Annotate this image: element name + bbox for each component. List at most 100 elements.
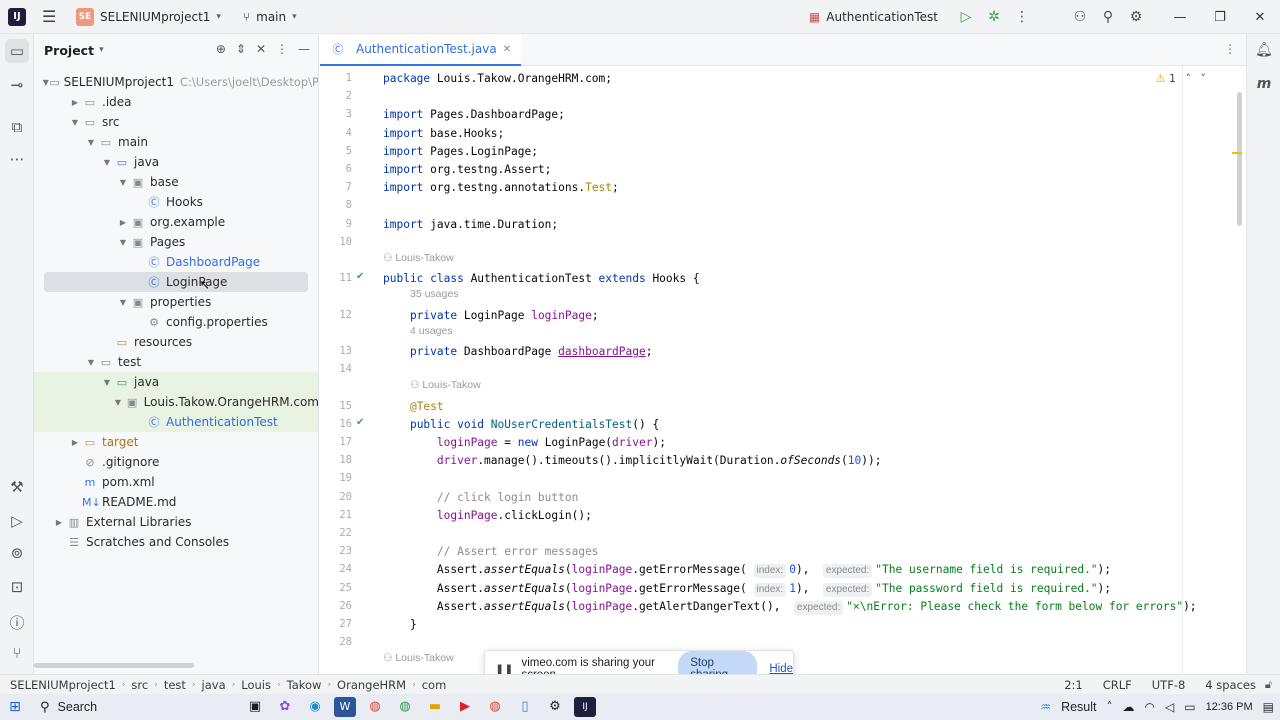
add-user-icon[interactable]: ⚇ <box>1066 9 1094 25</box>
debug-icon[interactable]: ✲ <box>980 9 1008 25</box>
chevron-down-icon[interactable]: ▼ <box>100 378 114 387</box>
maven-icon[interactable]: m <box>1247 76 1280 92</box>
run-config-selector[interactable]: ▦ AuthenticationTest <box>809 10 938 24</box>
tree-item[interactable]: ☰ Scratches and Consoles <box>34 532 318 552</box>
code-line[interactable]: // Assert error messages <box>383 543 1233 561</box>
line-ending[interactable]: CRLF <box>1103 678 1132 692</box>
tree-item[interactable]: ▶ ▥ External Libraries <box>34 512 318 532</box>
copilot-icon[interactable]: ✿ <box>274 697 296 717</box>
code-line[interactable]: public void NoUserCredentialsTest() { <box>383 416 1233 434</box>
file-encoding[interactable]: UTF-8 <box>1152 678 1186 692</box>
tree-item[interactable]: ▼ ▣ properties <box>34 292 318 312</box>
wifi-icon[interactable]: ◠ <box>1145 700 1155 714</box>
notifications-icon[interactable]: 🔔︎ <box>1247 42 1280 58</box>
chrome-alt-icon[interactable]: ◍ <box>484 697 506 717</box>
chevron-down-icon[interactable]: ▼ <box>116 238 130 247</box>
code-line[interactable]: private DashboardPage dashboardPage; <box>383 343 1233 361</box>
run-test-icon[interactable]: ✔ <box>356 417 364 428</box>
chevron-down-icon[interactable]: ▼ <box>116 298 130 307</box>
close-button[interactable]: ✕ <box>1240 10 1280 25</box>
volume-icon[interactable]: ◁ <box>1165 700 1174 714</box>
code-line[interactable] <box>383 470 1233 488</box>
terminal-icon[interactable]: ⊡ <box>0 578 34 596</box>
chevron-down-icon[interactable]: ▼ <box>68 118 82 127</box>
tree-item[interactable]: ▶ ▣ org.example <box>34 212 318 232</box>
breadcrumb-item[interactable]: test <box>164 678 186 692</box>
lock-icon[interactable]: 🔓︎ <box>1265 678 1272 692</box>
build-icon[interactable]: ⚒ <box>0 478 34 496</box>
tree-item[interactable]: ▼ ▭ java <box>34 372 318 392</box>
chevron-down-icon[interactable]: ▼ <box>84 138 98 147</box>
code-vision-hint[interactable]: ⚇ Louis-Takow <box>410 379 481 391</box>
tree-item[interactable]: ▼ ▭ src <box>34 112 318 132</box>
chevron-down-icon[interactable]: ▼ <box>100 158 114 167</box>
weather-icon[interactable]: ♒ <box>1040 700 1051 714</box>
chrome-profile-icon[interactable]: ◍ <box>394 697 416 717</box>
tree-item[interactable]: m pom.xml <box>34 472 318 492</box>
more-actions-icon[interactable]: ⋮ <box>1008 9 1036 25</box>
settings-icon[interactable]: ⚙ <box>544 697 566 717</box>
search-icon[interactable]: ⚲ <box>1094 9 1122 25</box>
code-line[interactable]: package Louis.Takow.OrangeHRM.com; <box>383 70 1233 88</box>
code-line[interactable]: public class AuthenticationTest extends … <box>383 270 1233 288</box>
breadcrumb-item[interactable]: src <box>131 678 148 692</box>
tree-item[interactable]: M↓ README.md <box>34 492 318 512</box>
code-line[interactable]: Assert.assertEquals(loginPage.getErrorMe… <box>383 561 1233 579</box>
word-icon[interactable]: W <box>334 697 356 717</box>
close-icon[interactable]: ✕ <box>503 44 511 55</box>
chevron-down-icon[interactable]: ▼ <box>84 358 98 367</box>
network-icon[interactable]: ☁ <box>1123 700 1135 714</box>
file-explorer-icon[interactable]: ▬ <box>424 697 446 717</box>
battery-icon[interactable]: ▭ <box>1184 700 1195 714</box>
task-view-icon[interactable]: ▣ <box>244 697 266 717</box>
code-line[interactable]: import base.Hooks; <box>383 125 1233 143</box>
project-switcher[interactable]: SE SELENIUMproject1 ▾ <box>76 7 221 26</box>
code-line[interactable] <box>383 88 1233 106</box>
tree-item[interactable]: Ⓒ LoginPage <box>44 272 308 292</box>
folder-icon[interactable]: ▭ <box>5 39 29 63</box>
tree-item[interactable]: ▶ ▭ .idea <box>34 92 318 112</box>
breadcrumb-item[interactable]: Takow <box>287 678 322 692</box>
chrome-icon[interactable]: ◍ <box>364 697 386 717</box>
chevron-up-icon[interactable]: ˄ <box>1107 700 1113 714</box>
code-line[interactable]: loginPage.clickLogin(); <box>383 507 1233 525</box>
code-line[interactable]: import java.time.Duration; <box>383 216 1233 234</box>
chevron-right-icon[interactable]: ▶ <box>116 218 130 227</box>
taskbar-search[interactable]: ⚲ Search <box>34 696 204 718</box>
chevron-down-icon[interactable]: ▼ <box>116 178 130 187</box>
tab-options-icon[interactable]: ⋮ <box>1224 42 1236 56</box>
run-icon[interactable]: ▷ <box>952 9 980 25</box>
code-line[interactable] <box>383 361 1233 379</box>
code-vision-hint[interactable]: ⚇ Louis-Takow <box>383 652 454 664</box>
chevron-right-icon[interactable]: ▶ <box>68 98 82 107</box>
warning-stripe-mark[interactable] <box>1232 152 1242 154</box>
code-line[interactable] <box>383 234 1233 252</box>
tree-item[interactable]: ▼ ▣ base <box>34 172 318 192</box>
tree-item[interactable]: Ⓒ Hooks <box>34 192 318 212</box>
code-line[interactable]: import Pages.DashboardPage; <box>383 106 1233 124</box>
clock[interactable]: 12:36 PM <box>1206 701 1253 713</box>
chevron-down-icon[interactable]: ▼ <box>43 78 50 87</box>
tree-item[interactable]: ▼ ▭ main <box>34 132 318 152</box>
tree-item[interactable]: ▭ resources <box>34 332 318 352</box>
code-line[interactable]: // click login button <box>383 489 1233 507</box>
code-editor[interactable]: 1 2 3 4 5 6 7 8 9 10 11 ✔ 12 13 14 15 16 ✔ 17 18 19 20 21 22 23 2… <box>320 66 1246 674</box>
notification-center-icon[interactable]: ▤ <box>1263 700 1274 714</box>
run-tool-icon[interactable]: ▷ <box>0 512 34 530</box>
more-tools-icon[interactable]: ⋯ <box>0 150 34 168</box>
code-line[interactable]: import Pages.LoginPage; <box>383 143 1233 161</box>
structure-icon[interactable]: ⧉ <box>0 118 34 136</box>
edge-icon[interactable]: ◉ <box>304 697 326 717</box>
tree-item[interactable]: ▼ ▣ Louis.Takow.OrangeHRM.com <box>34 392 318 412</box>
chevron-right-icon[interactable]: ▶ <box>68 438 82 447</box>
code-line[interactable] <box>383 197 1233 215</box>
gear-icon[interactable]: ⚙ <box>1122 9 1150 25</box>
tree-item[interactable]: ⊘ .gitignore <box>34 452 318 472</box>
code-line[interactable]: } <box>383 616 1233 634</box>
breadcrumb-item[interactable]: Louis <box>241 678 271 692</box>
restore-button[interactable]: ❐ <box>1200 10 1240 25</box>
code-vision-hint[interactable]: 4 usages <box>410 325 453 337</box>
weather-result[interactable]: Result <box>1061 700 1096 714</box>
breadcrumb-item[interactable]: OrangeHRM <box>337 678 406 692</box>
code-line[interactable]: import org.testng.Assert; <box>383 161 1233 179</box>
